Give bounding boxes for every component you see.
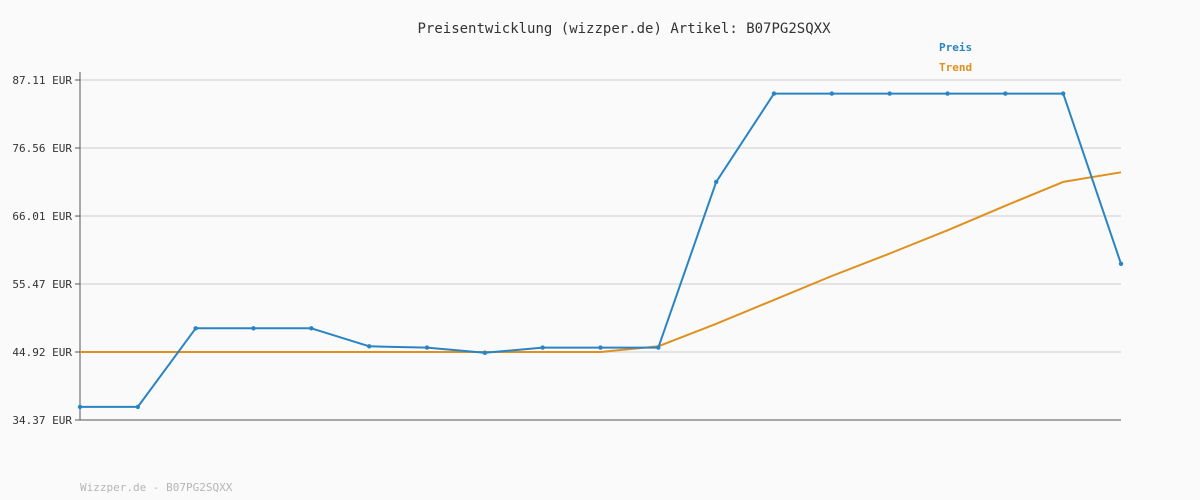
series-line-trend <box>80 171 1122 353</box>
data-point-preis <box>656 345 661 350</box>
y-tick-label: 44.92 EUR <box>12 346 72 359</box>
y-axis-ticks: 34.37 EUR 44.92 EUR 55.47 EUR 66.01 EUR 76.5… <box>12 74 80 427</box>
grid-lines <box>80 79 1121 353</box>
data-point-preis <box>251 326 256 331</box>
footer-watermark: Wizzper.de - B07PG2SQXX <box>80 481 233 494</box>
data-point-preis <box>77 404 83 410</box>
chart-svg: Preisentwicklung (wizzper.de) Artikel: B… <box>12 21 1124 494</box>
data-point-preis <box>887 91 892 96</box>
data-point-preis <box>1118 261 1124 266</box>
data-point-preis <box>135 404 141 410</box>
price-chart: Preisentwicklung (wizzper.de) Artikel: B… <box>0 0 1200 500</box>
legend-trend: Trend <box>939 61 972 74</box>
legend-preis: Preis <box>939 41 972 54</box>
data-point-preis <box>598 345 603 350</box>
data-point-preis <box>193 326 198 331</box>
y-tick-label: 87.11 EUR <box>12 74 72 87</box>
data-point-preis <box>424 345 430 350</box>
y-tick-label: 34.37 EUR <box>12 414 72 427</box>
y-tick-label: 76.56 EUR <box>12 142 72 155</box>
data-point-preis <box>945 91 950 96</box>
data-point-preis <box>1003 91 1008 96</box>
series-layer <box>77 91 1124 410</box>
data-point-preis <box>309 326 314 331</box>
data-point-preis <box>713 179 719 185</box>
chart-title: Preisentwicklung (wizzper.de) Artikel: B… <box>417 21 831 37</box>
data-point-preis <box>482 350 488 355</box>
data-point-preis <box>1060 91 1066 96</box>
y-tick-label: 55.47 EUR <box>12 278 72 291</box>
data-point-preis <box>366 344 372 349</box>
data-point-preis <box>829 91 835 96</box>
series-line-preis <box>80 92 1122 408</box>
data-point-preis <box>540 345 545 350</box>
y-tick-label: 66.01 EUR <box>12 210 72 223</box>
data-point-preis <box>771 91 777 96</box>
